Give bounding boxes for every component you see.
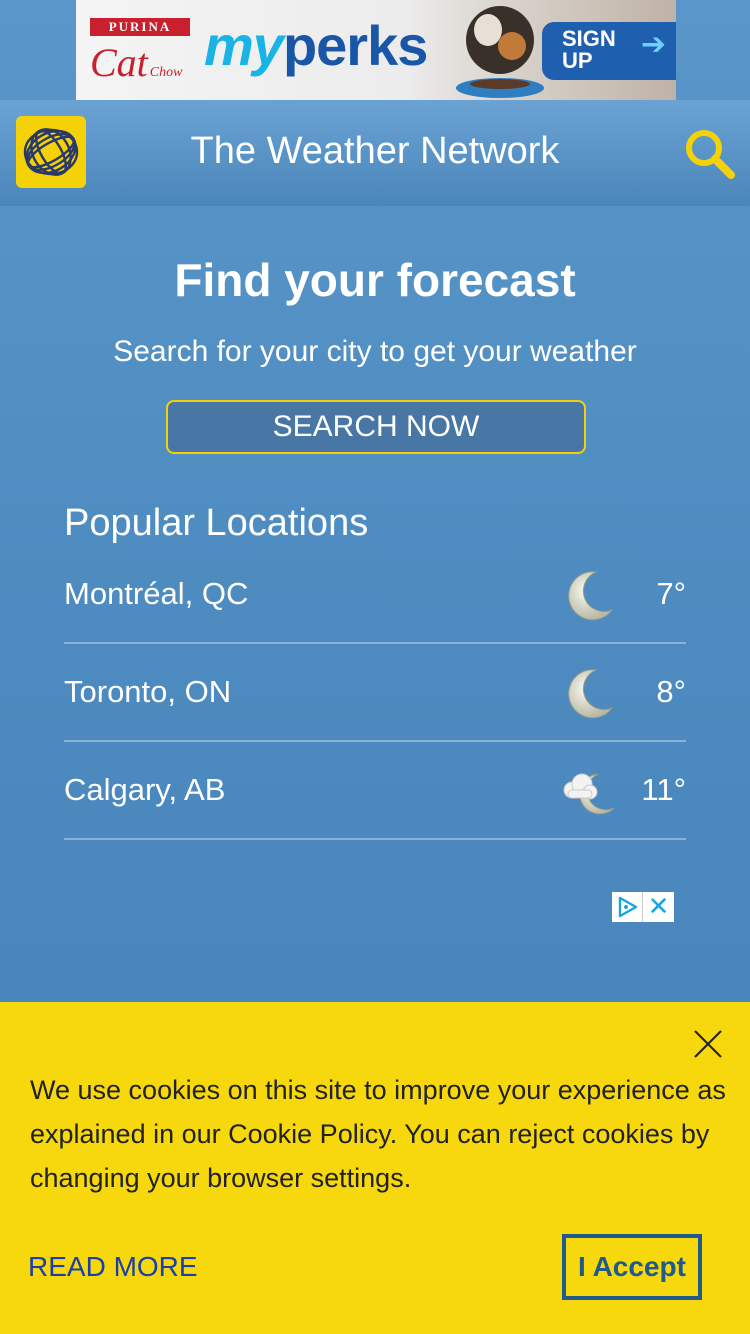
ad-brand: PURINA [90, 18, 190, 36]
page-title: Find your forecast [174, 254, 576, 306]
adchoices-badge[interactable]: ✕ [612, 892, 674, 922]
cookie-message: We use cookies on this site to improve y… [30, 1075, 726, 1193]
adchoices-icon[interactable] [612, 892, 643, 922]
banner-ad[interactable]: PURINA Cat Chow myperks SIGN UP ➔ [76, 0, 676, 100]
ad-signup-button[interactable]: SIGN UP ➔ [542, 22, 676, 80]
site-title: The Weather Network [190, 130, 560, 172]
location-name: Calgary, AB [64, 772, 226, 807]
ad-cat-image [456, 6, 544, 98]
search-now-button[interactable]: SEARCH NOW [166, 400, 586, 454]
popular-locations-heading: Popular Locations [64, 502, 369, 544]
moon-icon [568, 571, 614, 621]
location-name: Montréal, QC [64, 576, 249, 611]
accept-button[interactable]: I Accept [562, 1234, 702, 1300]
location-temp: 11° [641, 772, 686, 807]
search-icon[interactable] [682, 126, 742, 186]
close-icon[interactable]: ✕ [643, 892, 674, 922]
location-name: Toronto, ON [64, 674, 232, 709]
read-more-link[interactable]: READ MORE [28, 1250, 198, 1284]
ad-headline: myperks [204, 14, 428, 77]
location-temp: 8° [656, 674, 686, 709]
arrow-right-icon: ➔ [640, 28, 666, 61]
location-row-calgary[interactable]: Calgary, AB 11° [64, 742, 686, 840]
popular-locations-list: Montréal, QC 7° Toronto, ON 8° Calgary, … [64, 546, 686, 840]
cookie-banner: We use cookies on this site to improve y… [0, 1002, 750, 1334]
location-row-montreal[interactable]: Montréal, QC 7° [64, 546, 686, 644]
location-temp: 7° [656, 576, 686, 611]
moon-icon [568, 669, 614, 719]
site-header: The Weather Network [0, 100, 750, 206]
ad-product: Cat Chow [90, 40, 183, 85]
location-row-toronto[interactable]: Toronto, ON 8° [64, 644, 686, 742]
close-icon[interactable] [692, 1028, 724, 1060]
cloudy-night-icon [563, 773, 615, 815]
page-subtitle: Search for your city to get your weather [113, 335, 637, 368]
